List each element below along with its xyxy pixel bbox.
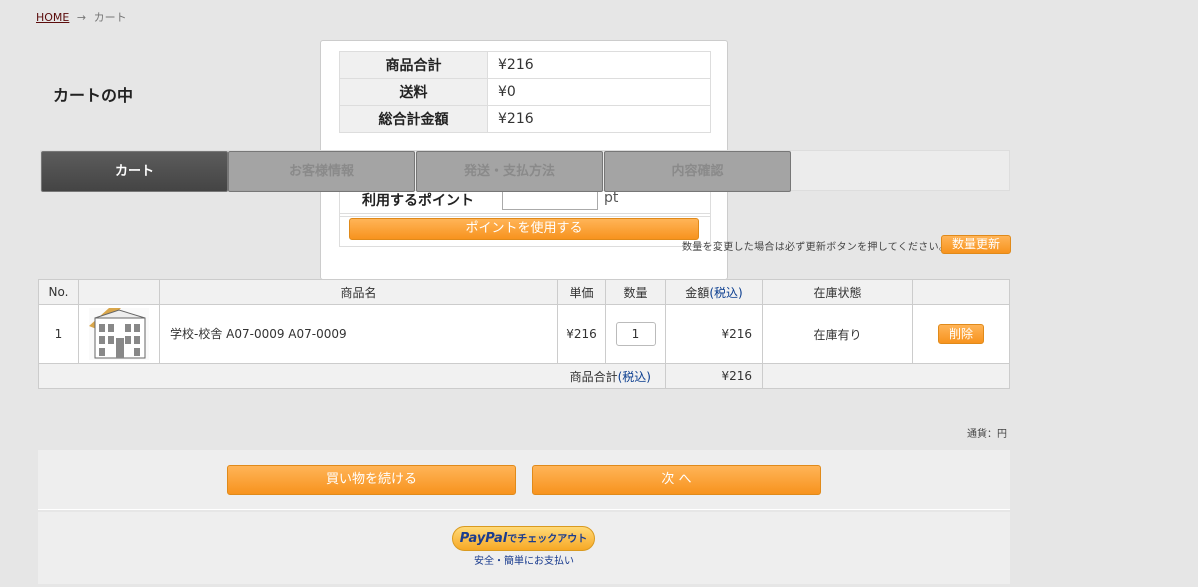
col-stock: 在庫状態 — [762, 279, 913, 305]
item-amount: ¥216 — [665, 304, 763, 364]
cart-total-value: ¥216 — [665, 363, 763, 389]
breadcrumb: HOME → カート — [36, 9, 127, 25]
paypal-logo: PayPal — [459, 531, 508, 546]
paypal-checkout-button[interactable]: PayPalでチェックアウト — [452, 526, 595, 551]
quantity-input[interactable]: 1 — [615, 322, 656, 346]
product-thumbnail[interactable] — [89, 308, 149, 360]
paypal-checkout-text: でチェックアウト — [507, 534, 588, 545]
continue-shopping-button[interactable]: 買い物を続ける — [227, 465, 516, 495]
col-unit-price: 単価 — [557, 279, 606, 305]
col-action — [912, 279, 1010, 305]
currency-note: 通貨：円 — [967, 429, 1007, 440]
cart-header-row: No. 商品名 単価 数量 金額(税込) 在庫状態 — [38, 279, 1010, 305]
summary-label: 送料 — [339, 78, 488, 106]
summary-value: ¥216 — [487, 51, 711, 79]
summary-row: 送料 ¥0 — [339, 78, 711, 106]
use-point-button[interactable]: ポイントを使用する — [349, 218, 699, 240]
summary-value: ¥0 — [487, 78, 711, 106]
table-row: 1 学校-校舎 A07-0009 A07-0009 ¥216 1 ¥216 在庫… — [38, 304, 1010, 364]
summary-label: 総合計金額 — [339, 105, 488, 133]
item-image-cell — [78, 304, 160, 364]
cart-total-row: 商品合計(税込) ¥216 — [38, 363, 1010, 389]
item-name: 学校-校舎 A07-0009 A07-0009 — [159, 304, 558, 364]
qty-notice: 数量を変更した場合は必ず更新ボタンを押してください。 — [682, 242, 950, 253]
col-qty: 数量 — [605, 279, 666, 305]
col-amount: 金額(税込) — [665, 279, 763, 305]
cart-total-label: 商品合計 — [569, 369, 618, 384]
col-no: No. — [38, 279, 79, 305]
action-button-area: 買い物を続ける 次 へ — [38, 450, 1010, 510]
qty-update-button[interactable]: 数量更新 — [941, 235, 1011, 254]
summary-label: 商品合計 — [339, 51, 488, 79]
paypal-subtext: 安全・簡単にお支払い — [474, 556, 574, 567]
checkout-steps: カート お客様情報 発送・支払方法 内容確認 — [40, 150, 1010, 192]
point-unit: pt — [604, 190, 619, 206]
item-stock: 在庫有り — [762, 304, 913, 364]
summary-table: 商品合計 ¥216 送料 ¥0 総合計金額 ¥216 — [339, 51, 711, 133]
delete-button[interactable]: 削除 — [938, 324, 984, 344]
summary-value: ¥216 — [487, 105, 711, 133]
cart-total-label-cell: 商品合計(税込) — [38, 363, 666, 389]
next-button[interactable]: 次 へ — [532, 465, 821, 495]
step-cart: カート — [41, 151, 228, 192]
point-label: 利用するポイント — [362, 193, 474, 209]
school-building-image — [89, 308, 146, 359]
paypal-area: PayPalでチェックアウト 安全・簡単にお支払い — [38, 512, 1010, 584]
breadcrumb-home-link[interactable]: HOME — [36, 11, 69, 24]
item-unit-price: ¥216 — [557, 304, 606, 364]
step-shipping-payment: 発送・支払方法 — [416, 151, 603, 192]
breadcrumb-arrow-icon: → — [76, 11, 87, 24]
item-qty-cell: 1 — [605, 304, 666, 364]
page-title: カートの中 — [53, 86, 134, 105]
point-button-row: ポイントを使用する — [339, 213, 711, 247]
tax-link[interactable]: (税込) — [618, 370, 651, 384]
col-image — [78, 279, 160, 305]
cart-total-empty — [762, 363, 1010, 389]
step-confirm: 内容確認 — [604, 151, 791, 192]
col-name: 商品名 — [159, 279, 558, 305]
summary-row: 総合計金額 ¥216 — [339, 105, 711, 133]
cart-table: No. 商品名 単価 数量 金額(税込) 在庫状態 1 学校-校舎 A07-00… — [38, 279, 1010, 389]
tax-link[interactable]: (税込) — [709, 286, 742, 300]
col-amount-label: 金額 — [685, 285, 710, 300]
item-no: 1 — [38, 304, 79, 364]
item-action-cell: 削除 — [912, 304, 1010, 364]
summary-row: 商品合計 ¥216 — [339, 51, 711, 79]
breadcrumb-current: カート — [93, 11, 127, 24]
step-customer-info: お客様情報 — [228, 151, 415, 192]
